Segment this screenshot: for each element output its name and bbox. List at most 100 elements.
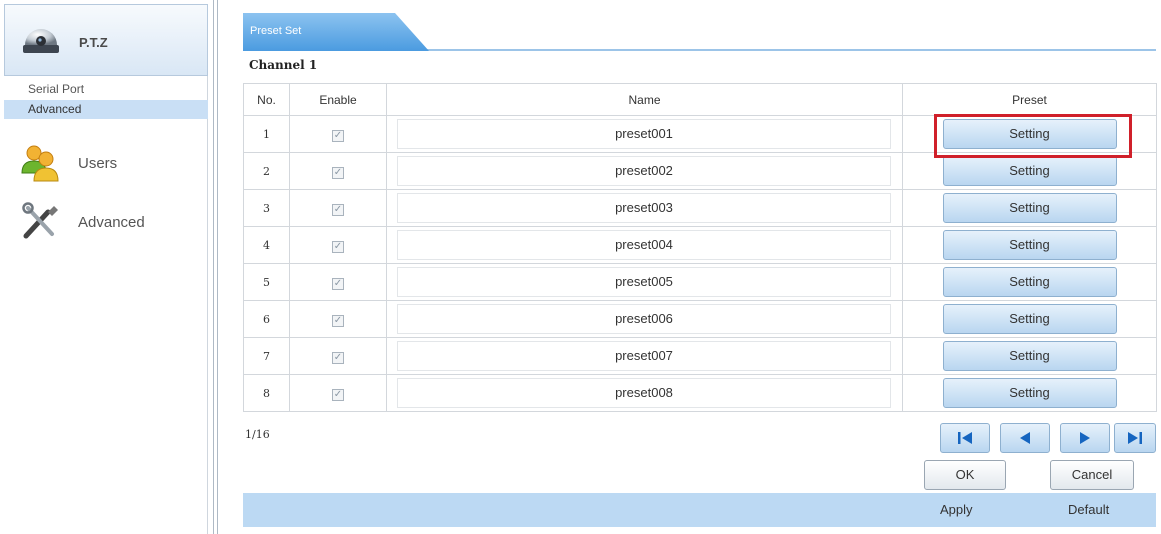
table-row: 7 ✓ preset007 Setting <box>243 337 1157 375</box>
table-row: 5 ✓ preset005 Setting <box>243 263 1157 301</box>
name-cell: preset005 <box>386 263 903 301</box>
row-number: 8 <box>243 374 290 412</box>
setting-button[interactable]: Setting <box>942 378 1117 408</box>
tools-icon <box>22 202 58 239</box>
sidebar: P.T.Z Serial Port Advanced Users Advance… <box>4 4 208 534</box>
default-button[interactable]: Default <box>1068 502 1109 517</box>
channel-title: Channel 1 <box>249 58 318 72</box>
name-cell: preset001 <box>386 115 903 153</box>
column-header-preset: Preset <box>902 83 1157 116</box>
setting-button[interactable]: Setting <box>942 156 1117 186</box>
preset-cell: Setting <box>902 374 1157 412</box>
skip-first-icon <box>958 432 972 444</box>
previous-icon <box>1020 432 1030 444</box>
name-cell: preset004 <box>386 226 903 264</box>
preset-cell: Setting <box>902 337 1157 375</box>
preset-name-input[interactable]: preset005 <box>397 267 891 297</box>
enable-cell: ✓ <box>289 226 387 264</box>
setting-button[interactable]: Setting <box>942 119 1117 149</box>
preset-name-input[interactable]: preset001 <box>397 119 891 149</box>
row-number: 7 <box>243 337 290 375</box>
name-cell: preset006 <box>386 300 903 338</box>
preset-cell: Setting <box>902 152 1157 190</box>
table-row: 3 ✓ preset003 Setting <box>243 189 1157 227</box>
enable-checkbox[interactable]: ✓ <box>332 167 344 179</box>
table-row: 1 ✓ preset001 Setting <box>243 115 1157 153</box>
preset-cell: Setting <box>902 263 1157 301</box>
preset-table: No. Enable Name Preset 1 ✓ preset001 Set… <box>243 83 1157 412</box>
preset-name-input[interactable]: preset003 <box>397 193 891 223</box>
preset-cell: Setting <box>902 189 1157 227</box>
row-number: 2 <box>243 152 290 190</box>
enable-checkbox[interactable]: ✓ <box>332 130 344 142</box>
enable-cell: ✓ <box>289 263 387 301</box>
enable-cell: ✓ <box>289 115 387 153</box>
tab-preset-set[interactable]: Preset Set <box>243 13 433 51</box>
apply-button[interactable]: Apply <box>940 502 973 517</box>
row-number: 5 <box>243 263 290 301</box>
preset-cell: Setting <box>902 226 1157 264</box>
last-page-button[interactable] <box>1114 423 1156 453</box>
preset-name-input[interactable]: preset002 <box>397 156 891 186</box>
previous-page-button[interactable] <box>1000 423 1050 453</box>
cancel-button[interactable]: Cancel <box>1050 460 1134 490</box>
enable-cell: ✓ <box>289 374 387 412</box>
column-header-no: No. <box>243 83 290 116</box>
ptz-header-label: P.T.Z <box>79 35 108 50</box>
next-icon <box>1080 432 1090 444</box>
table-row: 8 ✓ preset008 Setting <box>243 374 1157 412</box>
row-number: 6 <box>243 300 290 338</box>
setting-button[interactable]: Setting <box>942 230 1117 260</box>
enable-cell: ✓ <box>289 300 387 338</box>
preset-name-input[interactable]: preset004 <box>397 230 891 260</box>
name-cell: preset007 <box>386 337 903 375</box>
enable-checkbox[interactable]: ✓ <box>332 315 344 327</box>
column-header-name: Name <box>386 83 903 116</box>
tab-bar: Preset Set <box>243 13 1156 51</box>
sidebar-item-users-label: Users <box>78 155 118 172</box>
name-cell: preset008 <box>386 374 903 412</box>
preset-cell: Setting <box>902 115 1157 153</box>
next-page-button[interactable] <box>1060 423 1110 453</box>
enable-checkbox[interactable]: ✓ <box>332 389 344 401</box>
ok-button[interactable]: OK <box>924 460 1006 490</box>
enable-checkbox[interactable]: ✓ <box>332 352 344 364</box>
sidebar-subitem-serial-port[interactable]: Serial Port <box>4 80 208 99</box>
action-bar: Apply Default <box>243 493 1156 527</box>
row-number: 4 <box>243 226 290 264</box>
setting-button[interactable]: Setting <box>942 304 1117 334</box>
sidebar-item-users[interactable]: Users <box>4 139 208 187</box>
name-cell: preset003 <box>386 189 903 227</box>
page-indicator: 1/16 <box>245 428 270 441</box>
column-header-enable: Enable <box>289 83 387 116</box>
table-row: 6 ✓ preset006 Setting <box>243 300 1157 338</box>
enable-checkbox[interactable]: ✓ <box>332 241 344 253</box>
enable-cell: ✓ <box>289 152 387 190</box>
enable-checkbox[interactable]: ✓ <box>332 278 344 290</box>
enable-cell: ✓ <box>289 189 387 227</box>
panel-divider <box>213 0 214 534</box>
enable-cell: ✓ <box>289 337 387 375</box>
tab-preset-set-label: Preset Set <box>250 25 302 37</box>
table-row: 2 ✓ preset002 Setting <box>243 152 1157 190</box>
preset-name-input[interactable]: preset007 <box>397 341 891 371</box>
preset-name-input[interactable]: preset008 <box>397 378 891 408</box>
name-cell: preset002 <box>386 152 903 190</box>
setting-button[interactable]: Setting <box>942 341 1117 371</box>
sidebar-subitem-advanced[interactable]: Advanced <box>4 100 208 119</box>
row-number: 3 <box>243 189 290 227</box>
ptz-camera-icon <box>23 29 59 53</box>
panel-divider <box>217 0 218 534</box>
ptz-menu-header[interactable]: P.T.Z <box>4 4 208 76</box>
skip-last-icon <box>1128 432 1142 444</box>
enable-checkbox[interactable]: ✓ <box>332 204 344 216</box>
table-row: 4 ✓ preset004 Setting <box>243 226 1157 264</box>
setting-button[interactable]: Setting <box>942 193 1117 223</box>
preset-cell: Setting <box>902 300 1157 338</box>
sidebar-item-advanced[interactable]: Advanced <box>4 198 208 246</box>
preset-name-input[interactable]: preset006 <box>397 304 891 334</box>
setting-button[interactable]: Setting <box>942 267 1117 297</box>
first-page-button[interactable] <box>940 423 990 453</box>
table-header-row: No. Enable Name Preset <box>243 83 1157 116</box>
row-number: 1 <box>243 115 290 153</box>
